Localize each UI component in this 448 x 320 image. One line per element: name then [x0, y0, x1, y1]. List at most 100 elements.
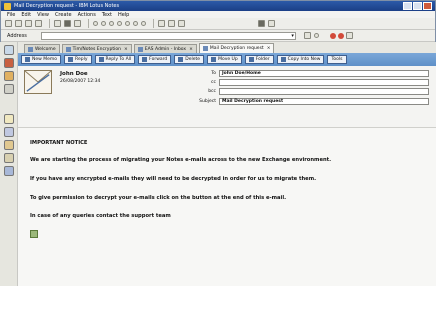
chevron-down-icon[interactable]: ▾ — [291, 33, 294, 39]
tab-strip: Welcome Tim/Notes Encryption × EAS Admin… — [18, 42, 436, 53]
status-icon[interactable] — [337, 32, 344, 39]
subject-row: Subject Mail Decryption request — [173, 98, 429, 105]
trash-icon — [178, 57, 184, 62]
bcc-row: bcc — [173, 88, 429, 95]
format-icon[interactable] — [125, 21, 130, 26]
folder-icon[interactable] — [4, 140, 14, 150]
memo-icon — [25, 57, 30, 62]
home-icon — [28, 46, 33, 52]
to-row: To John Doe/Home — [173, 70, 429, 77]
database-icon[interactable] — [4, 127, 14, 137]
home-icon[interactable] — [4, 45, 14, 55]
open-icon[interactable] — [5, 20, 12, 27]
cut-icon[interactable] — [54, 20, 61, 27]
close-icon[interactable]: × — [267, 46, 271, 51]
delete-button[interactable]: Delete — [174, 55, 205, 64]
maximize-button[interactable] — [413, 2, 422, 10]
link-icon[interactable] — [178, 20, 185, 27]
format-icon[interactable] — [117, 21, 122, 26]
cc-label: cc — [211, 80, 216, 85]
close-icon[interactable]: × — [124, 47, 128, 52]
copy-icon[interactable] — [64, 20, 71, 27]
cc-row: cc — [173, 79, 429, 86]
copy-icon — [280, 57, 286, 62]
reply-button[interactable]: Reply — [64, 55, 92, 64]
menu-actions[interactable]: Actions — [78, 12, 96, 18]
calendar-icon[interactable] — [4, 71, 14, 81]
bcc-field[interactable] — [219, 88, 429, 95]
menu-view[interactable]: View — [37, 12, 49, 18]
format-icon[interactable] — [93, 21, 98, 26]
sent-datetime: 26/08/2007 12:34 — [60, 79, 101, 84]
format-icon[interactable] — [101, 21, 106, 26]
memo-header: John Doe 26/08/2007 12:34 To John Doe/Ho… — [18, 66, 436, 128]
folder-icon[interactable] — [4, 114, 14, 124]
to-label: To — [211, 71, 216, 76]
search-icon[interactable] — [268, 20, 275, 27]
address-input[interactable]: ▾ — [40, 31, 296, 40]
format-icon[interactable] — [109, 21, 114, 26]
memo-body: IMPORTANT NOTICE We are starting the pro… — [18, 128, 436, 286]
to-field[interactable]: John Doe/Home — [219, 70, 429, 77]
bookmark-bar — [0, 42, 18, 286]
cc-field[interactable] — [219, 79, 429, 86]
format-icon[interactable] — [141, 21, 146, 26]
minimize-button[interactable] — [403, 2, 412, 10]
tab-welcome[interactable]: Welcome — [24, 44, 60, 53]
menu-text[interactable]: Text — [102, 12, 112, 18]
main-toolbar — [1, 18, 435, 30]
menu-help[interactable]: Help — [118, 12, 129, 18]
paste-icon[interactable] — [74, 20, 81, 27]
reply-all-button[interactable]: Reply To All — [94, 55, 136, 64]
move-up-button[interactable]: Move Up — [207, 55, 242, 64]
forward-icon — [142, 57, 148, 62]
tab-mail-decryption[interactable]: Mail Decryption request × — [198, 43, 275, 53]
mail-icon — [137, 46, 143, 52]
tools-button[interactable]: Tools — [327, 55, 347, 64]
close-button[interactable] — [423, 2, 432, 10]
tab-notes-encryption[interactable]: Tim/Notes Encryption × — [61, 44, 132, 53]
close-icon[interactable]: × — [189, 47, 193, 52]
reply-all-icon — [98, 57, 104, 62]
replicator-icon[interactable] — [4, 166, 14, 176]
settings-icon[interactable] — [345, 32, 353, 39]
sender-name: John Doe — [60, 71, 88, 77]
window-title: Mail Decryption request - IBM Lotus Note… — [14, 3, 120, 9]
forward-button[interactable]: Forward — [138, 55, 172, 64]
address-actions — [303, 32, 356, 39]
memo-icon — [202, 46, 208, 51]
menu-edit[interactable]: Edit — [21, 12, 31, 18]
attach-icon[interactable] — [158, 20, 165, 27]
table-icon[interactable] — [168, 20, 175, 27]
address-label: Address — [7, 32, 27, 39]
stop-icon[interactable] — [35, 20, 42, 27]
menu-file[interactable]: File — [7, 12, 15, 18]
back-icon[interactable] — [15, 20, 22, 27]
toolbar-divider — [153, 19, 154, 28]
tab-inbox[interactable]: EAS Admin - Inbox × — [133, 44, 197, 53]
binoculars-icon[interactable] — [258, 20, 265, 27]
new-memo-button[interactable]: New Memo — [21, 55, 62, 64]
address-bar: Address ▾ — [1, 30, 435, 42]
menu-create[interactable]: Create — [55, 12, 72, 18]
folder-button[interactable]: Folder — [244, 55, 274, 64]
mail-icon[interactable] — [4, 58, 14, 68]
format-icon[interactable] — [133, 21, 138, 26]
replication-icon[interactable] — [329, 32, 336, 39]
envelope-icon — [24, 70, 52, 94]
go-icon[interactable] — [303, 32, 311, 39]
body-paragraph: To give permission to decrypt your e-mai… — [30, 195, 287, 201]
toolbar-divider — [88, 19, 89, 28]
folder-icon[interactable] — [4, 153, 14, 163]
body-paragraph: We are starting the process of migrating… — [30, 157, 332, 163]
menu-bar: File Edit View Create Actions Text Help — [1, 11, 435, 18]
action-bar: New Memo Reply Reply To All Forward Dele… — [18, 53, 436, 66]
copy-into-new-button[interactable]: Copy Into New — [276, 55, 325, 64]
refresh-icon[interactable] — [313, 33, 319, 38]
contacts-icon[interactable] — [4, 84, 14, 94]
notice-heading: IMPORTANT NOTICE — [30, 140, 88, 146]
decrypt-button-icon[interactable] — [30, 230, 38, 238]
body-paragraph: If you have any encrypted e-mails they w… — [30, 176, 317, 182]
subject-field[interactable]: Mail Decryption request — [219, 98, 429, 105]
forward-icon[interactable] — [25, 20, 32, 27]
